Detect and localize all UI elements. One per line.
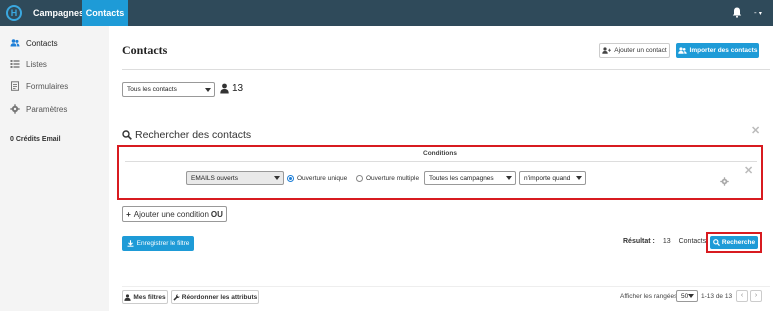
contacts-count-value: 13 [232, 83, 244, 94]
bell-icon[interactable] [732, 7, 742, 18]
chevron-down-icon [506, 176, 512, 180]
radio-unselected-icon [356, 175, 363, 182]
add-user-icon [602, 47, 612, 54]
radio-selected-icon [287, 175, 294, 182]
conditions-label: Conditions [419, 150, 461, 157]
contacts-filter-select[interactable]: Tous les contacts [122, 82, 215, 97]
result-count: 13 [662, 238, 671, 245]
rows-per-page-label: Afficher les rangées [620, 293, 678, 300]
plus-icon: + [126, 209, 131, 219]
my-filters-label: Mes filtres [133, 293, 166, 301]
search-button-label: Recherche [721, 239, 756, 246]
when-value: n'importe quand [524, 174, 571, 182]
footer-divider [122, 286, 770, 287]
result-summary: Résultat : 13 Contacts [623, 238, 706, 245]
user-menu[interactable]: - ▾ [754, 8, 762, 17]
header-divider [122, 69, 770, 70]
previous-page-button[interactable]: ‹ [736, 290, 748, 302]
rows-per-page-select[interactable]: 50 [676, 290, 698, 302]
users-icon [10, 39, 20, 47]
download-icon [127, 240, 134, 247]
close-search-icon[interactable]: ✕ [751, 124, 760, 137]
email-credits: 0 Crédits Email [10, 136, 61, 143]
add-condition-label: Ajouter une condition [133, 209, 209, 219]
user-icon [220, 83, 229, 94]
page-title: Contacts [122, 43, 168, 57]
chevron-down-icon [688, 294, 694, 298]
sidebar-item-label: Formulaires [26, 81, 69, 91]
conditions-divider [125, 161, 757, 162]
chevron-down-icon [274, 176, 280, 180]
campaign-value: Toutes les campagnes [429, 174, 494, 182]
nav-contacts[interactable]: Contacts [82, 0, 128, 26]
wrench-icon [173, 293, 180, 301]
user-label: - [754, 8, 757, 17]
user-icon [124, 293, 132, 301]
reorder-label: Réordonner les attributs [181, 293, 258, 301]
gear-icon [10, 104, 20, 114]
import-contacts-button[interactable]: Importer des contacts [676, 43, 759, 58]
chevron-down-icon [576, 176, 582, 180]
import-contacts-label: Importer des contacts [689, 47, 758, 54]
save-filter-label: Enregistrer le filtre [136, 240, 190, 247]
search-button[interactable]: Recherche [710, 236, 758, 249]
list-icon [10, 60, 20, 68]
top-bar: H Campagnes Contacts - ▾ [0, 0, 773, 26]
radio-unique-label: Ouverture unique [297, 175, 348, 182]
sidebar-item-label: Listes [26, 59, 47, 69]
search-title-text: Rechercher des contacts [135, 129, 252, 141]
save-filter-button[interactable]: Enregistrer le filtre [122, 236, 194, 251]
form-icon [11, 81, 19, 91]
campaign-select[interactable]: Toutes les campagnes [424, 171, 516, 185]
result-label: Résultat : [623, 238, 655, 245]
add-contact-label: Ajouter un contact [614, 47, 667, 54]
app-logo[interactable]: H [6, 5, 22, 21]
search-icon [713, 239, 720, 246]
add-condition-suffix: OU [210, 209, 223, 219]
result-unit: Contacts [678, 238, 707, 245]
radio-ouverture-unique[interactable]: Ouverture unique [287, 175, 347, 182]
sidebar-item-parametres[interactable]: Paramètres [10, 102, 67, 116]
sidebar-item-formulaires[interactable]: Formulaires [10, 79, 68, 93]
add-condition-button[interactable]: + Ajouter une condition OU [122, 206, 227, 222]
add-contact-button[interactable]: Ajouter un contact [599, 43, 670, 58]
main-content: Contacts Ajouter un contact Importer des… [109, 26, 773, 311]
pagination-range: 1-13 de 13 [701, 293, 733, 300]
chevron-down-icon [205, 87, 211, 92]
radio-multiple-label: Ouverture multiple [366, 175, 420, 182]
next-page-button[interactable]: › [750, 290, 762, 302]
contacts-filter-value: Tous les contacts [127, 86, 177, 93]
when-select[interactable]: n'importe quand [519, 171, 586, 185]
radio-ouverture-multiple[interactable]: Ouverture multiple [356, 175, 419, 182]
reorder-attributes-button[interactable]: Réordonner les attributs [171, 290, 259, 304]
sidebar-item-label: Paramètres [26, 104, 68, 114]
contacts-count: 13 [220, 83, 243, 94]
sidebar-item-contacts[interactable]: Contacts [10, 36, 58, 50]
my-filters-button[interactable]: Mes filtres [122, 290, 168, 304]
remove-condition-icon[interactable]: ✕ [744, 164, 753, 177]
condition-field-value: EMAILS ouverts [191, 174, 238, 182]
search-section-title: Rechercher des contacts [122, 129, 251, 141]
sidebar-item-listes[interactable]: Listes [10, 57, 47, 71]
users-icon [677, 47, 687, 54]
gear-icon[interactable] [720, 177, 729, 186]
conditions-panel: Conditions EMAILS ouverts Ouverture uniq… [117, 145, 763, 200]
search-icon [122, 130, 132, 140]
chevron-down-icon: ▾ [758, 11, 762, 17]
condition-field-select[interactable]: EMAILS ouverts [186, 171, 284, 185]
sidebar-item-label: Contacts [26, 38, 58, 48]
sidebar: Contacts Listes Formulaires Paramètres 0… [0, 26, 109, 311]
